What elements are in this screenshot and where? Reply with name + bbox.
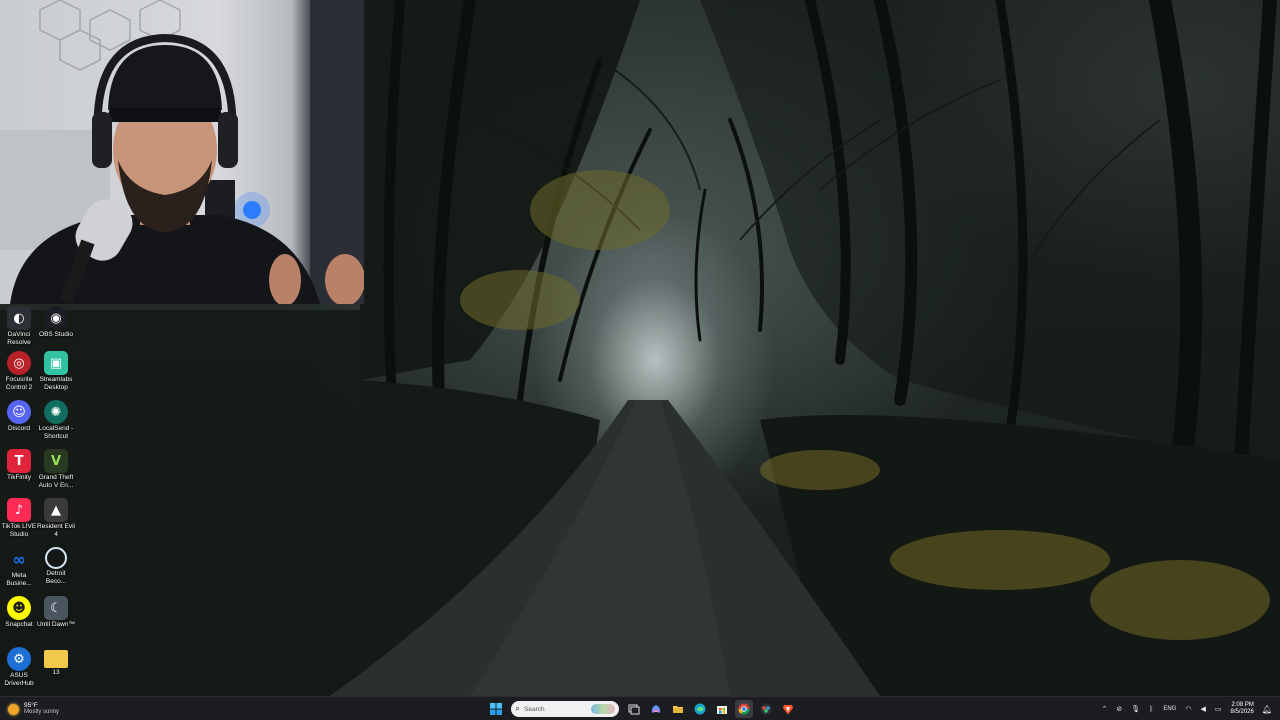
network-off-icon[interactable]: ⊘ xyxy=(1116,705,1122,713)
search-highlight-image xyxy=(591,704,615,714)
clock[interactable]: 2:08 PM 8/5/2026 xyxy=(1230,702,1253,716)
desktop-icon-tikfinity[interactable]: T TikFinity xyxy=(0,449,38,482)
clock-date: 8/5/2026 xyxy=(1230,709,1254,715)
start-button[interactable] xyxy=(487,700,505,718)
until-dawn-icon: ☾ xyxy=(44,596,68,620)
desktop-icon-label: Grand Theft Auto V En... xyxy=(38,474,74,489)
resident-evil-icon: ▲ xyxy=(44,498,68,522)
desktop-icon-obs-studio[interactable]: ◉ OBS Studio xyxy=(37,306,75,339)
obs-studio-icon: ◉ xyxy=(44,306,68,330)
clock-time: 2:08 PM xyxy=(1231,702,1254,708)
weather-widget[interactable]: 95°F Mostly sunny xyxy=(8,700,59,718)
microphone-icon[interactable]: 🎙︎ xyxy=(1131,705,1140,713)
desktop-icon-label: Discord xyxy=(7,425,31,432)
desktop-icon-detroit[interactable]: Detroit Beco... xyxy=(37,547,75,585)
desktop-icon-label: 13 xyxy=(52,669,60,676)
copilot-icon xyxy=(651,705,661,713)
task-view-button[interactable] xyxy=(625,700,643,718)
taskbar-search-box[interactable]: ⌕ Search xyxy=(511,701,619,717)
desktop-icon-label: ASUS DriverHub xyxy=(4,672,34,687)
desktop-icon-gta[interactable]: V Grand Theft Auto V En... xyxy=(37,449,75,489)
streamlabs-icon: ▣ xyxy=(44,351,68,375)
desktop-icon-snapchat[interactable]: ☻ Snapchat xyxy=(0,596,38,629)
desktop-icon-label: LocalSend - Shortcut xyxy=(38,425,74,440)
brave-button[interactable] xyxy=(779,700,797,718)
tikfinity-icon: T xyxy=(7,449,31,473)
weather-temperature: 95°F xyxy=(24,702,38,709)
windows-start-icon xyxy=(490,703,502,715)
focusrite-icon: ◎ xyxy=(7,351,31,375)
taskbar: 95°F Mostly sunny ⌕ Search ⌃ ⊘ 🎙︎ ᛒ ENG … xyxy=(0,696,1280,720)
copilot-button[interactable] xyxy=(647,700,665,718)
desktop-icon-resident-evil[interactable]: ▲ Resident Evil 4 xyxy=(37,498,75,538)
task-view-icon xyxy=(628,704,640,715)
davinci-taskbar-icon xyxy=(760,703,772,715)
desktop-icon-label: TikFinity xyxy=(7,474,31,481)
discord-icon: ☺ xyxy=(7,400,31,424)
search-icon: ⌕ xyxy=(515,704,521,714)
desktop-icon-label: Detroit Beco... xyxy=(45,570,67,585)
desktop-icon-label: TikTok LIVE Studio xyxy=(1,523,37,538)
desktop-icon-streamlabs[interactable]: ▣ Streamlabs Desktop xyxy=(37,351,75,391)
brave-icon xyxy=(783,705,793,715)
desktop-icon-label: Focusrite Control 2 xyxy=(5,376,33,391)
desktop-icon-grid: ◐ DaVinci Resolve ◉ OBS Studio ◎ Focusri… xyxy=(0,304,76,694)
desktop-icon-label: Until Dawn™ xyxy=(37,621,75,628)
tiktok-live-icon: ♪ xyxy=(7,498,31,522)
detroit-icon xyxy=(45,547,67,569)
asus-driverhub-icon: ⚙ xyxy=(7,647,31,671)
desktop-icon-label: Meta Busine... xyxy=(6,572,32,587)
edge-icon xyxy=(694,703,706,715)
desktop-icon-tiktok-live[interactable]: ♪ TikTok LIVE Studio xyxy=(0,498,38,538)
desktop-icon-discord[interactable]: ☺ Discord xyxy=(0,400,38,433)
desktop-icon-label: Snapchat xyxy=(5,621,33,628)
desktop-icon-meta[interactable]: ∞ Meta Busine... xyxy=(0,547,38,587)
davinci-taskbar-button[interactable] xyxy=(757,700,775,718)
volume-icon[interactable]: ◀ xyxy=(1200,705,1205,713)
chrome-button[interactable] xyxy=(735,700,753,718)
search-placeholder: Search xyxy=(524,705,545,713)
desktop-icon-label: Streamlabs Desktop xyxy=(39,376,73,391)
chrome-icon xyxy=(738,703,750,715)
gta-icon: V xyxy=(44,449,68,473)
webcam-feed-image xyxy=(0,0,364,304)
webcam-overlay xyxy=(0,0,364,304)
edge-button[interactable] xyxy=(691,700,709,718)
battery-icon[interactable]: ▭ xyxy=(1215,705,1222,713)
desktop-icon-davinci-resolve[interactable]: ◐ DaVinci Resolve xyxy=(0,306,38,346)
desktop-icon-label: OBS Studio xyxy=(39,331,73,338)
store-icon xyxy=(717,706,727,714)
file-explorer-icon xyxy=(673,706,683,713)
desktop-icon-label: DaVinci Resolve xyxy=(7,331,31,346)
system-tray: ⌃ ⊘ 🎙︎ ᛒ ENG ◠ ◀ ▭ 2:08 PM 8/5/2026 🔔︎ xyxy=(1093,700,1273,718)
desktop-icon-until-dawn[interactable]: ☾ Until Dawn™ xyxy=(37,596,75,629)
sun-icon xyxy=(8,703,19,715)
wifi-icon[interactable]: ◠ xyxy=(1185,705,1191,713)
weather-condition: Mostly sunny xyxy=(24,709,60,715)
language-indicator[interactable]: ENG xyxy=(1163,706,1176,712)
folder-icon xyxy=(44,650,68,668)
file-explorer-button[interactable] xyxy=(669,700,687,718)
desktop-icon-folder-13[interactable]: 13 xyxy=(37,647,75,677)
snapchat-icon: ☻ xyxy=(7,596,31,620)
store-button[interactable] xyxy=(713,700,731,718)
bluetooth-icon[interactable]: ᛒ xyxy=(1149,705,1153,713)
desktop-icon-focusrite[interactable]: ◎ Focusrite Control 2 xyxy=(0,351,38,391)
desktop-icon-asus-driverhub[interactable]: ⚙ ASUS DriverHub xyxy=(0,647,38,687)
chevron-up-icon[interactable]: ⌃ xyxy=(1102,705,1108,713)
desktop-icon-label: Resident Evil 4 xyxy=(37,523,75,538)
taskbar-apps: ⌕ Search xyxy=(487,700,801,718)
meta-icon: ∞ xyxy=(12,549,26,569)
localsend-icon: ✺ xyxy=(44,400,68,424)
desktop-icon-localsend[interactable]: ✺ LocalSend - Shortcut xyxy=(37,400,75,440)
davinci-resolve-icon: ◐ xyxy=(7,306,31,330)
notification-bell-icon[interactable]: 🔔︎ xyxy=(1262,705,1272,714)
